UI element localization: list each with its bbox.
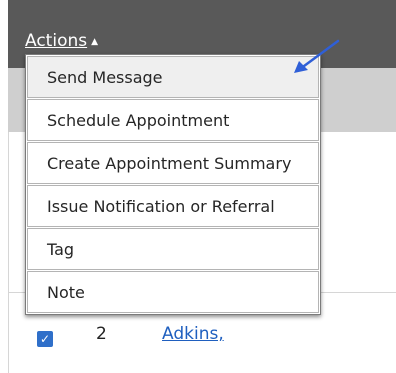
menu-item-send-message[interactable]: Send Message xyxy=(27,56,319,98)
checkmark-icon: ✓ xyxy=(39,332,51,346)
actions-label: Actions xyxy=(25,31,88,51)
menu-item-tag[interactable]: Tag xyxy=(27,228,319,270)
menu-item-create-appointment-summary[interactable]: Create Appointment Summary xyxy=(27,142,319,184)
row-number: 2 xyxy=(96,324,107,344)
caret-up-icon: ▲ xyxy=(91,37,99,47)
menu-item-issue-notification[interactable]: Issue Notification or Referral xyxy=(27,185,319,227)
menu-item-schedule-appointment[interactable]: Schedule Appointment xyxy=(27,99,319,141)
pointer-arrow-icon xyxy=(294,39,340,73)
menu-item-note[interactable]: Note xyxy=(27,271,319,313)
row-checkbox[interactable]: ✓ xyxy=(37,331,53,347)
patient-name-link[interactable]: Adkins, xyxy=(162,324,224,344)
redacted-region xyxy=(228,318,304,349)
actions-dropdown-toggle[interactable]: Actions ▲ xyxy=(25,31,98,51)
actions-menu: Send Message Schedule Appointment Create… xyxy=(25,54,321,315)
